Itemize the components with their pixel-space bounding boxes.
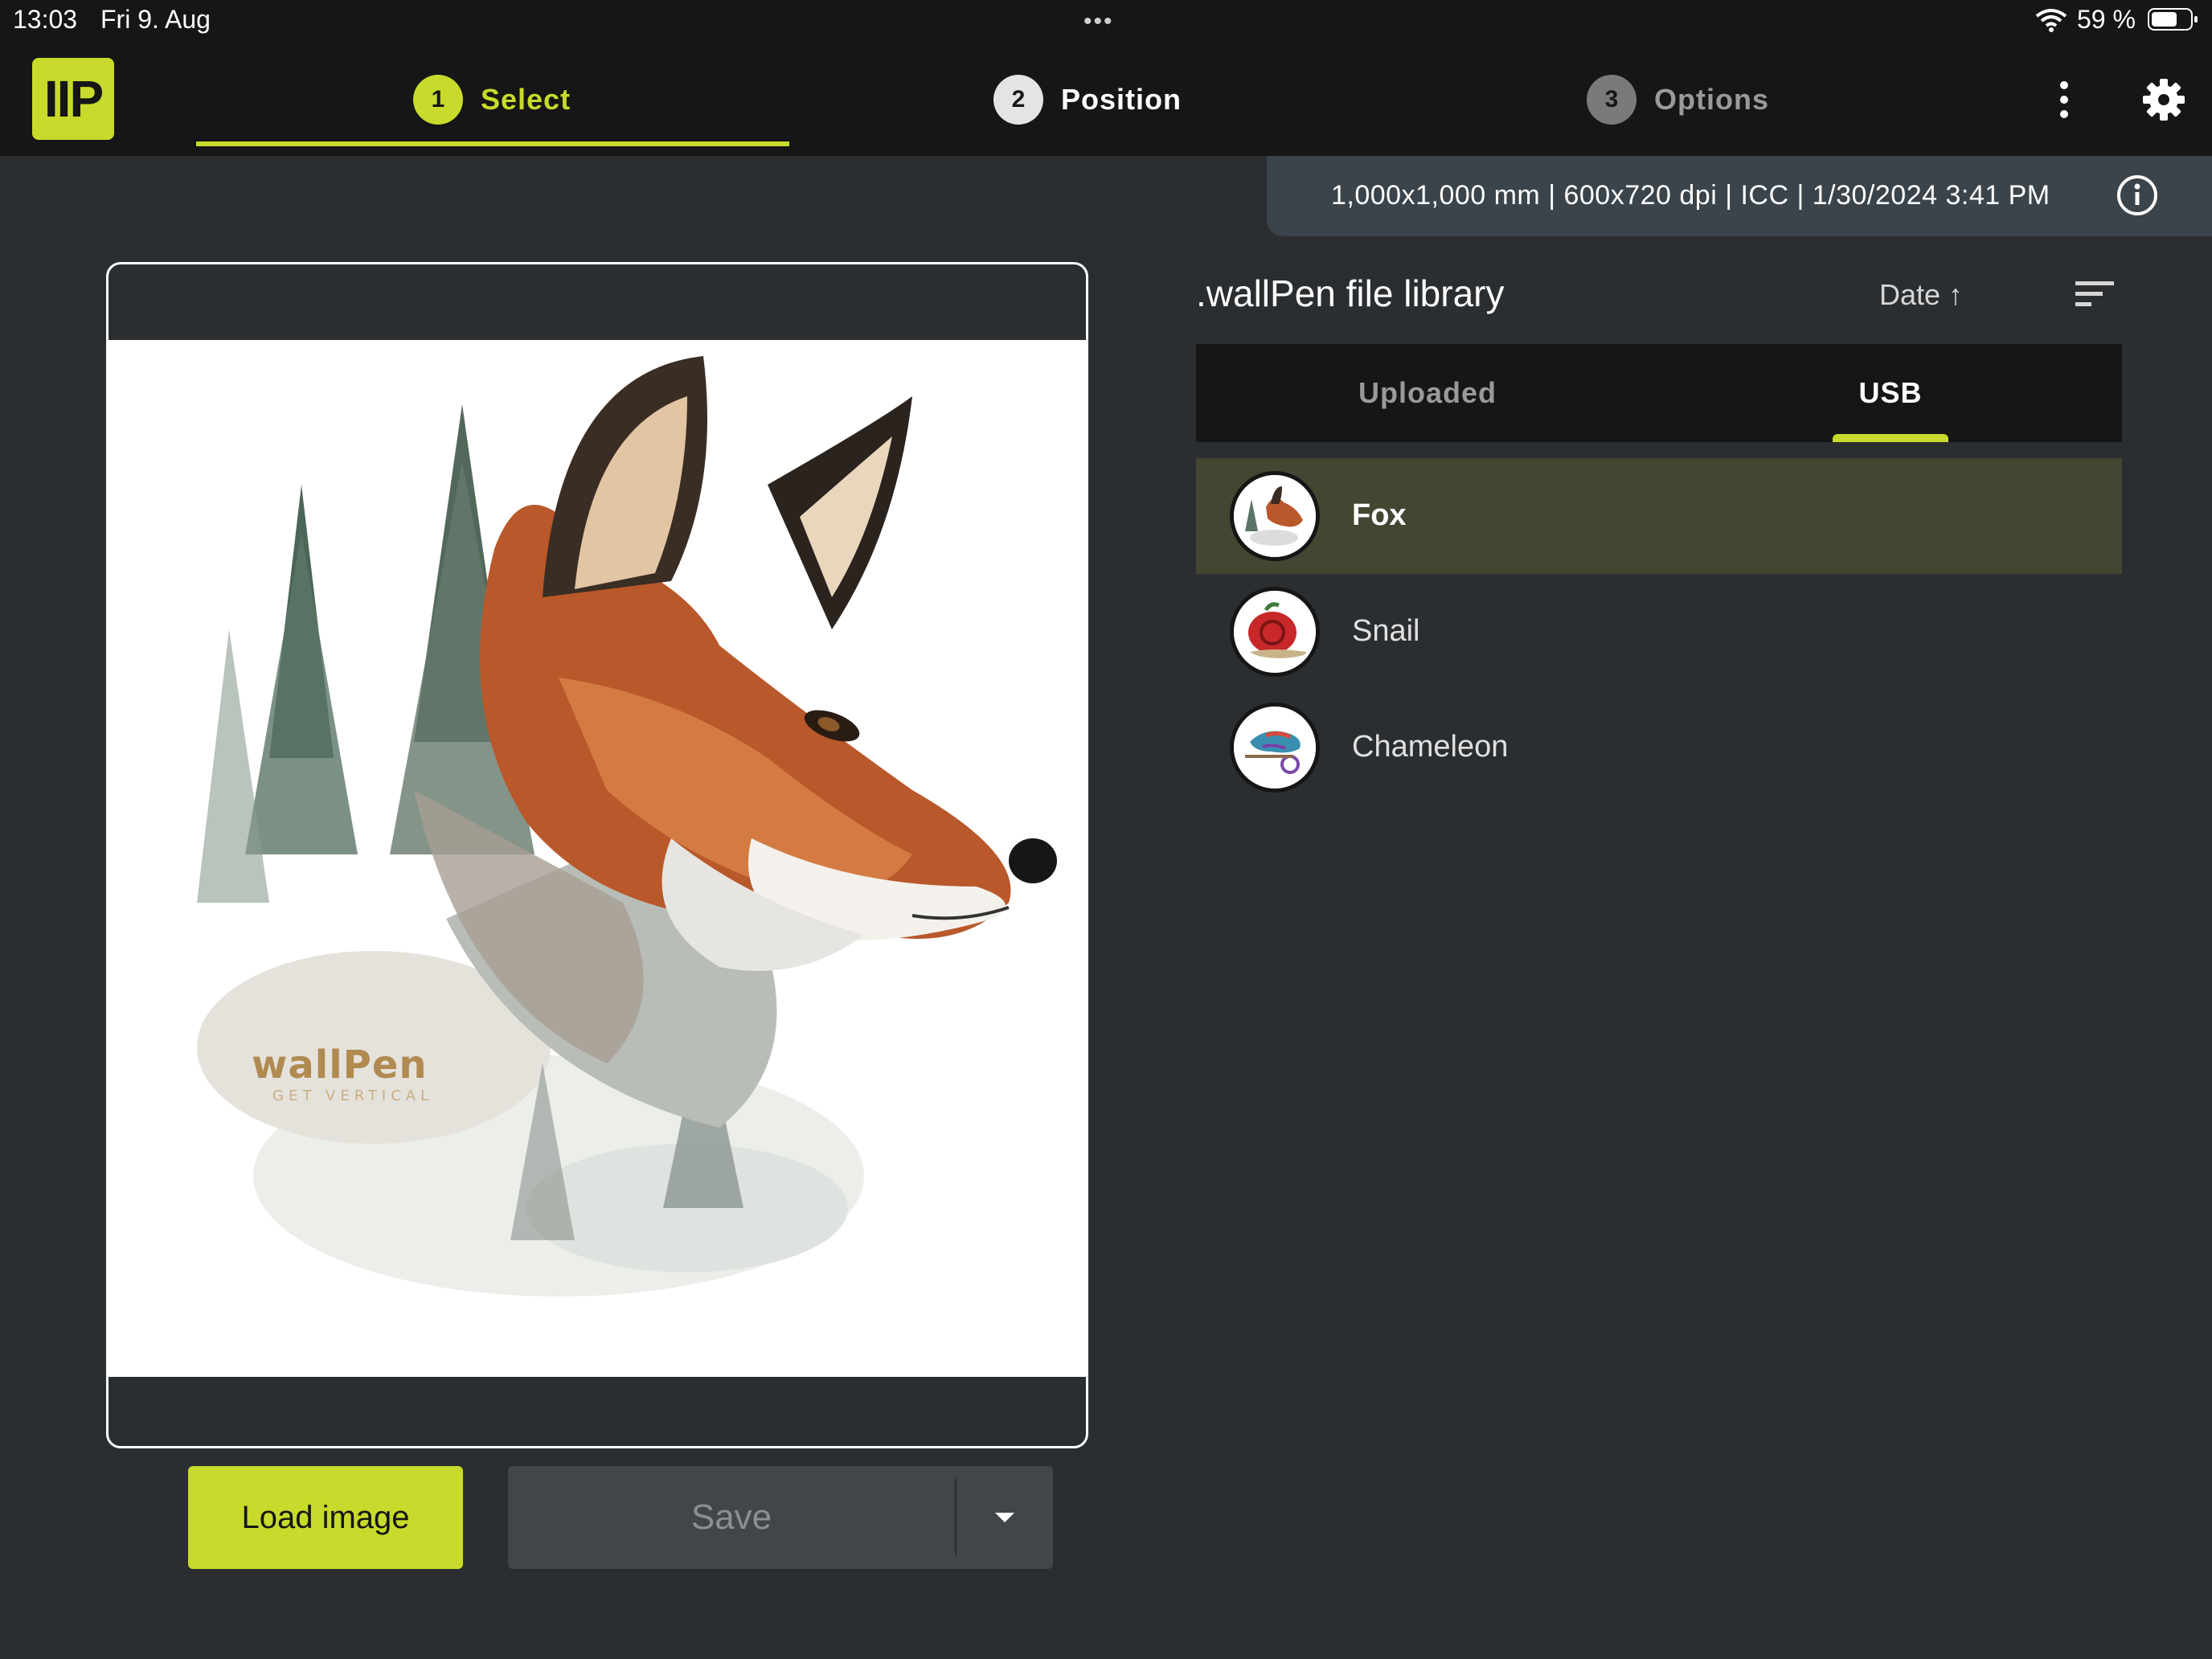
tab-usb[interactable]: USB: [1659, 344, 2122, 442]
list-item[interactable]: Snail: [1196, 574, 2122, 690]
chameleon-thumbnail-image: [1230, 703, 1320, 793]
fox-artwork-image: [197, 356, 1057, 1296]
step-position-tab[interactable]: 2 Position: [993, 74, 1182, 125]
gear-icon[interactable]: [2141, 77, 2186, 122]
multitasking-dots-icon[interactable]: •••: [1083, 8, 1114, 35]
save-split-button: Save: [508, 1466, 1053, 1569]
status-time: 13:03: [13, 5, 78, 34]
preview-canvas[interactable]: wallPen GET VERTICAL: [109, 340, 1086, 1377]
file-list: Fox Snail Chameleon: [1196, 458, 2122, 805]
status-date: Fri 9. Aug: [100, 5, 211, 34]
list-item[interactable]: Chameleon: [1196, 690, 2122, 805]
info-icon[interactable]: [2116, 174, 2159, 217]
step-options-tab[interactable]: 3 Options: [1587, 74, 1769, 125]
battery-percent: 59 %: [2077, 5, 2136, 34]
wallpen-watermark: wallPen GET VERTICAL: [252, 1043, 461, 1104]
step-label: Options: [1654, 83, 1769, 116]
caret-down-icon[interactable]: [956, 1466, 1053, 1569]
list-item[interactable]: Fox: [1196, 458, 2122, 574]
watermark-brand: wallPen: [252, 1043, 428, 1088]
wifi-icon: [2035, 8, 2067, 39]
snail-thumbnail-image: [1230, 587, 1320, 677]
battery-icon: [2148, 8, 2198, 31]
active-step-indicator: [196, 141, 789, 146]
file-info-text: 1,000x1,000 mm | 600x720 dpi | ICC | 1/3…: [1331, 180, 2050, 211]
library-tabs: Uploaded USB: [1196, 344, 2122, 442]
status-bar: 13:03 Fri 9. Aug ••• 59 %: [0, 0, 2212, 40]
file-name: Fox: [1352, 498, 1407, 532]
tab-uploaded[interactable]: Uploaded: [1196, 344, 1659, 442]
load-image-button[interactable]: Load image: [188, 1466, 463, 1569]
step-select-tab[interactable]: 1 Select: [413, 74, 571, 125]
step-number-badge: 2: [993, 75, 1043, 125]
sort-date-button[interactable]: Date ↑: [1879, 278, 1963, 312]
file-name: Chameleon: [1352, 730, 1509, 764]
file-name: Snail: [1352, 614, 1420, 648]
save-button[interactable]: Save: [508, 1466, 955, 1569]
sort-lines-icon[interactable]: [2074, 276, 2116, 312]
step-number-badge: 3: [1587, 75, 1636, 125]
top-navigation: IIP 1 Select 2 Position 3 Options: [0, 40, 2212, 156]
image-preview-frame: wallPen GET VERTICAL: [106, 262, 1088, 1448]
active-tab-indicator: [1833, 434, 1948, 442]
step-label: Position: [1061, 83, 1182, 116]
library-title: .wallPen file library: [1196, 272, 1505, 314]
fox-thumbnail-image: [1230, 471, 1320, 561]
app-logo: IIP: [32, 58, 114, 140]
more-vertical-icon[interactable]: [2048, 77, 2080, 122]
step-number-badge: 1: [413, 75, 463, 125]
step-label: Select: [481, 83, 571, 116]
file-info-bar: 1,000x1,000 mm | 600x720 dpi | ICC | 1/3…: [1267, 156, 2212, 236]
watermark-tagline: GET VERTICAL: [272, 1088, 434, 1104]
